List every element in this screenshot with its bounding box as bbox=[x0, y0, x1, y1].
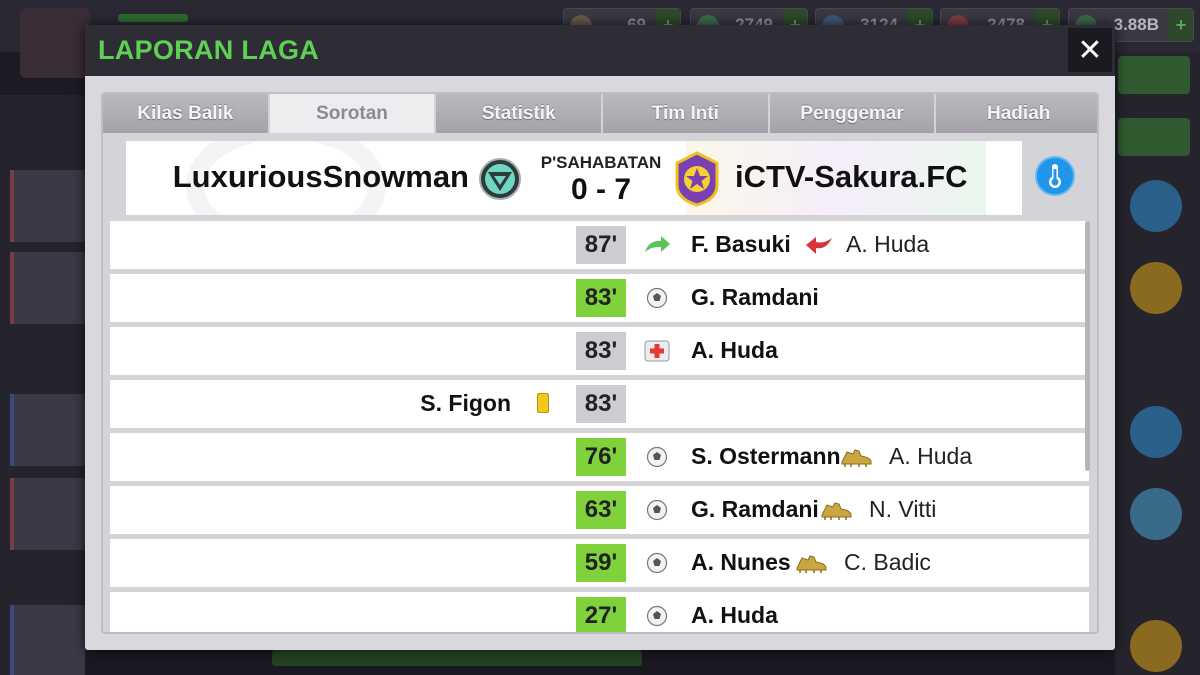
background-circle-button bbox=[1130, 262, 1182, 314]
yellow-card-icon bbox=[537, 393, 549, 413]
event-player: A. Nunes bbox=[691, 549, 791, 575]
highlight-events-list[interactable]: 87' F. Basuki A. Huda 83' G. Ramdani 83' bbox=[110, 221, 1089, 632]
tab-hadiah[interactable]: Hadiah bbox=[936, 94, 1097, 133]
ball-icon bbox=[643, 284, 671, 312]
background-circle-button bbox=[1130, 406, 1182, 458]
modal-title: LAPORAN LAGA bbox=[98, 35, 320, 65]
ball-icon bbox=[643, 443, 671, 471]
report-content: Kilas Balik Sorotan Statistik Tim Inti P… bbox=[101, 92, 1099, 634]
add-resource-button[interactable]: + bbox=[1169, 9, 1193, 41]
injury-icon bbox=[643, 337, 671, 365]
background-circle-button bbox=[1130, 488, 1182, 540]
event-row: 27' A. Huda bbox=[110, 592, 1089, 632]
ball-icon bbox=[643, 602, 671, 630]
event-row: 59' A. Nunes C. Badic bbox=[110, 539, 1089, 587]
tab-statistik[interactable]: Statistik bbox=[436, 94, 602, 133]
event-row: 76' S. Ostermann A. Huda bbox=[110, 433, 1089, 481]
tab-sorotan[interactable]: Sorotan bbox=[269, 94, 435, 133]
club-logo bbox=[20, 8, 90, 78]
match-report-modal: LAPORAN LAGA ✕ Kilas Balik Sorotan Stati… bbox=[85, 25, 1115, 650]
event-player: G. Ramdani bbox=[691, 284, 819, 310]
event-row: 83' G. Ramdani bbox=[110, 274, 1089, 322]
background-circle-button bbox=[1130, 620, 1182, 672]
weather-button[interactable] bbox=[1035, 156, 1075, 196]
event-assist-player: C. Badic bbox=[844, 549, 931, 575]
event-minute: 83' bbox=[576, 279, 626, 317]
tab-bar: Kilas Balik Sorotan Statistik Tim Inti P… bbox=[103, 94, 1097, 134]
event-player: S. Ostermann bbox=[691, 443, 841, 469]
event-row: 83' A. Huda bbox=[110, 327, 1089, 375]
match-banner: LuxuriousSnowman P'SAHABATAN 0 - 7 iCTV-… bbox=[126, 141, 1022, 215]
event-minute: 59' bbox=[576, 544, 626, 582]
event-home-player: S. Figon bbox=[420, 390, 511, 416]
resource-value: 3.88B bbox=[1113, 15, 1159, 34]
background-card bbox=[10, 394, 85, 466]
event-assist-player: N. Vitti bbox=[869, 496, 937, 522]
background-button bbox=[1118, 56, 1190, 94]
assist-boot-icon bbox=[819, 496, 853, 524]
background-card bbox=[10, 478, 85, 550]
events-scrollbar[interactable] bbox=[1085, 221, 1090, 471]
background-button bbox=[1118, 118, 1190, 156]
tab-kilas-balik[interactable]: Kilas Balik bbox=[103, 94, 268, 133]
event-secondary-player: A. Huda bbox=[846, 231, 930, 257]
event-player: A. Huda bbox=[691, 337, 778, 363]
event-player: G. Ramdani bbox=[691, 496, 819, 522]
event-row: S. Figon 83' bbox=[110, 380, 1089, 428]
match-score: 0 - 7 bbox=[570, 173, 632, 206]
home-team-name: LuxuriousSnowman bbox=[172, 159, 469, 194]
close-button[interactable]: ✕ bbox=[1068, 28, 1112, 72]
event-row: 87' F. Basuki A. Huda bbox=[110, 221, 1089, 269]
background-label bbox=[118, 14, 188, 22]
away-team-crest-icon bbox=[675, 151, 719, 207]
background-card bbox=[10, 170, 85, 242]
event-player: A. Huda bbox=[691, 602, 778, 628]
thermometer-icon bbox=[1049, 164, 1061, 188]
event-minute: 83' bbox=[576, 385, 626, 423]
event-minute: 76' bbox=[576, 438, 626, 476]
background-bottom-label bbox=[272, 650, 642, 666]
match-type-label: P'SAHABATAN bbox=[540, 153, 662, 172]
substitution-in-icon bbox=[643, 231, 671, 259]
ball-icon bbox=[643, 496, 671, 524]
background-circle-button bbox=[1130, 180, 1182, 232]
assist-boot-icon bbox=[794, 549, 828, 577]
assist-boot-icon bbox=[839, 443, 873, 471]
background-card bbox=[10, 252, 85, 324]
event-row: 63' G. Ramdani N. Vitti bbox=[110, 486, 1089, 534]
home-team-crest-icon bbox=[479, 158, 521, 200]
background-card bbox=[10, 605, 85, 675]
event-minute: 63' bbox=[576, 491, 626, 529]
event-assist-player: A. Huda bbox=[889, 443, 973, 469]
substitution-out-icon bbox=[802, 231, 836, 259]
modal-header: LAPORAN LAGA ✕ bbox=[85, 25, 1115, 76]
event-minute: 87' bbox=[576, 226, 626, 264]
event-minute: 83' bbox=[576, 332, 626, 370]
event-minute: 27' bbox=[576, 597, 626, 632]
event-player: F. Basuki bbox=[691, 231, 791, 257]
tab-penggemar[interactable]: Penggemar bbox=[769, 94, 935, 133]
tab-tim-inti[interactable]: Tim Inti bbox=[603, 94, 768, 133]
away-team-name: iCTV-Sakura.FC bbox=[735, 159, 968, 194]
ball-icon bbox=[643, 549, 671, 577]
